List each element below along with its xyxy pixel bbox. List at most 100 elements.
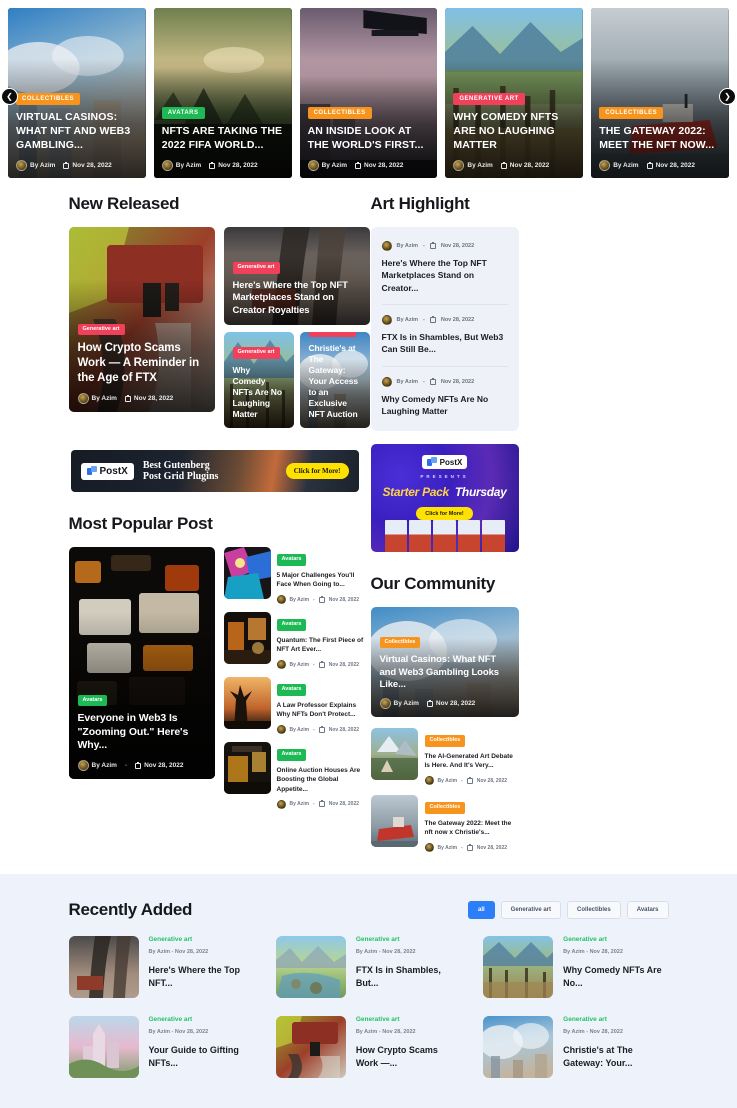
date-meta: Nov 28, 2022	[500, 161, 549, 169]
category-badge[interactable]: Avatars	[276, 684, 307, 696]
filter-chip-avatars[interactable]: Avatars	[626, 901, 669, 920]
post-card-featured[interactable]: Avatars Everyone in Web3 Is "Zooming Out…	[68, 547, 215, 779]
hero-slide[interactable]: Avatars NFTS ARE TAKING THE 2022 FIFA WO…	[153, 8, 292, 178]
list-item[interactable]: By Azim - Nov 28, 2022 FTX Is in Shamble…	[381, 305, 508, 367]
post-card-wide[interactable]: Generative art Here's Where the Top NFT …	[223, 227, 370, 325]
hero-slide[interactable]: Collectibles AN INSIDE LOOK AT THE WORLD…	[299, 8, 438, 178]
hero-title[interactable]: WHY COMEDY NFTS ARE NO LAUGHING MATTER	[453, 111, 575, 153]
post-meta: By Azim Nov 28, 2022	[453, 160, 575, 171]
category-label[interactable]: Generative art	[149, 1016, 254, 1023]
post-title[interactable]: Online Auction Houses Are Boosting the G…	[277, 766, 370, 795]
category-badge[interactable]: Collectibles	[599, 107, 664, 120]
list-item[interactable]: Generative art By Azim - Nov 28, 2022 He…	[68, 936, 254, 999]
list-item[interactable]: Generative art By Azim - Nov 28, 2022 Ho…	[275, 1016, 461, 1079]
banner-cta-button[interactable]: Click for More!	[416, 507, 473, 521]
category-badge[interactable]: Collectibles	[379, 636, 421, 649]
author-name: By Azim	[396, 243, 419, 249]
post-title[interactable]: Here's Where the Top NFT...	[149, 964, 254, 990]
list-item-text: Generative art By Azim - Nov 28, 2022 Yo…	[149, 1016, 254, 1070]
category-badge[interactable]: Collectibles	[307, 107, 372, 120]
list-item[interactable]: Avatars 5 Major Challenges You'll Face W…	[223, 547, 370, 604]
category-label[interactable]: Generative art	[356, 936, 461, 943]
post-title[interactable]: Quantum: The First Piece of NFT Art Ever…	[277, 636, 370, 656]
hero-title[interactable]: THE GATEWAY 2022: MEET THE NFT NOW...	[599, 125, 721, 153]
post-title[interactable]: Here's Where the Top NFT Marketplaces St…	[233, 280, 361, 317]
hero-slide[interactable]: Generative art WHY COMEDY NFTS ARE NO LA…	[445, 8, 584, 178]
category-badge[interactable]: Avatars	[276, 619, 307, 631]
hero-slide[interactable]: Collectibles VIRTUAL CASINOS: WHAT NFT A…	[8, 8, 146, 178]
section-title-new-released: New Released	[68, 194, 180, 213]
category-badge[interactable]: Avatars	[276, 749, 307, 761]
post-card-featured[interactable]: Collectibles Virtual Casinos: What NFT a…	[370, 607, 519, 718]
post-title[interactable]: The Gateway 2022: Meet the nft now x Chr…	[425, 819, 519, 839]
post-title[interactable]: Christie's at The Gateway: Your Access t…	[309, 343, 361, 420]
category-badge[interactable]: Collectibles	[424, 802, 466, 814]
category-badge[interactable]: Generative art	[232, 347, 280, 359]
list-item[interactable]: Generative art By Azim - Nov 28, 2022 FT…	[275, 936, 461, 999]
post-title[interactable]: Virtual Casinos: What NFT and Web3 Gambl…	[380, 654, 510, 691]
hero-slide[interactable]: Collectibles THE GATEWAY 2022: MEET THE …	[591, 8, 729, 178]
category-badge[interactable]: Generative art	[453, 93, 525, 106]
category-badge[interactable]: Avatars	[276, 554, 307, 566]
post-title[interactable]: Your Guide to Gifting NFTs...	[149, 1044, 254, 1070]
post-title[interactable]: Why Comedy NFTs Are No...	[563, 964, 668, 990]
post-title[interactable]: Why Comedy NFTs Are No Laughing Matter	[382, 393, 508, 418]
list-item[interactable]: Collectibles The Gateway 2022: Meet the …	[370, 795, 519, 853]
post-title[interactable]: Here's Where the Top NFT Marketplaces St…	[382, 257, 508, 294]
ad-banner-wide[interactable]: PostX Best Gutenberg Post Grid Plugins C…	[70, 450, 359, 492]
post-title[interactable]: FTX Is in Shambles, But Web3 Can Still B…	[382, 331, 508, 356]
post-title[interactable]: How Crypto Scams Work —...	[356, 1044, 461, 1070]
post-title[interactable]: Everyone in Web3 Is "Zooming Out." Here'…	[78, 712, 206, 753]
list-item-text: Generative art By Azim - Nov 28, 2022 FT…	[356, 936, 461, 990]
category-label[interactable]: Generative art	[356, 1016, 461, 1023]
category-badge[interactable]: Generative art	[77, 323, 125, 336]
post-card-featured[interactable]: Generative art How Crypto Scams Work — A…	[68, 227, 215, 412]
category-label[interactable]: Generative art	[563, 936, 668, 943]
calendar-icon	[63, 161, 70, 169]
post-title[interactable]: FTX Is in Shambles, But...	[356, 964, 461, 990]
hero-title[interactable]: NFTS ARE TAKING THE 2022 FIFA WORLD...	[162, 125, 284, 153]
category-badge[interactable]: Collectibles	[424, 735, 466, 747]
author-name: By Azim	[289, 661, 310, 668]
category-badge[interactable]: Generative art	[232, 262, 280, 274]
list-item[interactable]: Avatars Quantum: The First Piece of NFT …	[223, 612, 370, 669]
category-badge[interactable]: Avatars	[161, 107, 205, 120]
ad-banner-box[interactable]: PostX PRESENTS Starter Pack Thursday Cli…	[370, 444, 519, 553]
hero-title[interactable]: VIRTUAL CASINOS: WHAT NFT AND WEB3 GAMBL…	[16, 111, 138, 153]
list-item[interactable]: Generative art By Azim - Nov 28, 2022 Wh…	[483, 936, 668, 999]
filter-chip-generative-art[interactable]: Generative art	[500, 901, 562, 920]
date-meta: Nov 28, 2022	[209, 161, 258, 169]
author-name: By Azim	[355, 1029, 378, 1036]
filter-chip-all[interactable]: all	[467, 901, 495, 920]
post-title[interactable]: A Law Professor Explains Why NFTs Don't …	[277, 701, 370, 721]
card-content: Collectibles Virtual Casinos: What NFT a…	[371, 630, 519, 710]
slider-prev-button[interactable]: ❮	[1, 88, 18, 105]
list-item[interactable]: Generative art By Azim - Nov 28, 2022 Yo…	[68, 1016, 254, 1079]
post-card-small[interactable]: Generative art Why Comedy NFTs Are No La…	[223, 332, 294, 428]
post-title[interactable]: How Crypto Scams Work — A Reminder in th…	[78, 341, 206, 386]
hero-title[interactable]: AN INSIDE LOOK AT THE WORLD'S FIRST...	[308, 125, 430, 153]
post-title[interactable]: 5 Major Challenges You'll Face When Goin…	[277, 571, 370, 591]
list-item[interactable]: By Azim - Nov 28, 2022 Here's Where the …	[381, 231, 508, 305]
post-title[interactable]: Christie's at The Gateway: Your...	[563, 1044, 668, 1070]
list-item[interactable]: Avatars Online Auction Houses Are Boosti…	[223, 742, 370, 809]
meta-separator: -	[313, 801, 315, 808]
banner-cta-button[interactable]: Click for More!	[285, 463, 349, 479]
list-item[interactable]: Avatars A Law Professor Explains Why NFT…	[223, 677, 370, 734]
post-title[interactable]: Why Comedy NFTs Are No Laughing Matter	[233, 365, 285, 420]
list-item[interactable]: Collectibles The AI-Generated Art Debate…	[370, 728, 519, 786]
category-label[interactable]: Generative art	[563, 1016, 668, 1023]
list-item[interactable]: Generative art By Azim - Nov 28, 2022 Ch…	[483, 1016, 668, 1079]
category-badge[interactable]: Collectibles	[16, 93, 80, 106]
post-title[interactable]: The AI-Generated Art Debate Is Here. And…	[425, 752, 519, 772]
filter-chip-collectibles[interactable]: Collectibles	[567, 901, 621, 920]
post-card-small[interactable]: Generative art Christie's at The Gateway…	[299, 332, 370, 428]
category-badge[interactable]: Generative art	[308, 332, 356, 337]
meta-separator: -	[461, 844, 463, 851]
category-badge[interactable]: Avatars	[77, 694, 108, 707]
post-date: Nov 28, 2022	[218, 162, 258, 169]
category-label[interactable]: Generative art	[149, 936, 254, 943]
list-item[interactable]: By Azim - Nov 28, 2022 Why Comedy NFTs A…	[381, 367, 508, 428]
slider-next-button[interactable]: ❯	[719, 88, 736, 105]
card-content: Generative art Here's Where the Top NFT …	[224, 255, 370, 317]
